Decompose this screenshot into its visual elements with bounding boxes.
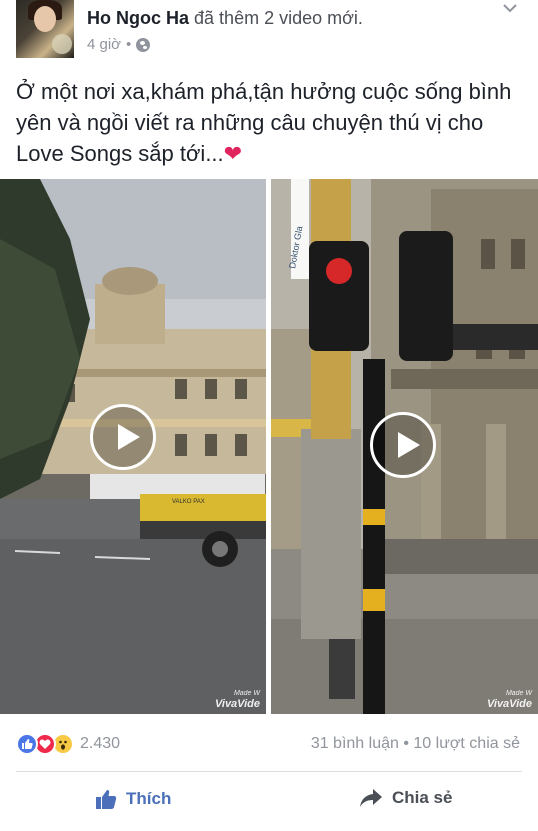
chevron-down-icon[interactable] [502,0,518,16]
meta-separator: • [126,36,132,53]
action-bar: Thích Chia sẻ [0,778,538,824]
like-reaction-icon [16,733,38,755]
share-arrow-icon [360,789,382,807]
post-header: Ho Ngoc Ha đã thêm 2 video mới. 4 giờ • [0,0,538,68]
globe-icon[interactable] [136,37,151,52]
watermark-big-1: VivaVide [214,698,260,710]
share-count[interactable]: 10 lượt chia sẻ [413,735,520,752]
play-icon[interactable] [370,412,436,478]
video-2-watermark: Made W VivaVide [487,688,532,710]
video-grid: VALKO PAX Made W VivaVide Doktor Gla Mad… [0,179,538,714]
reaction-count[interactable]: 2.430 [80,735,120,753]
post-stats: 31 bình luận • 10 lượt chia sẻ [311,735,520,753]
like-button-label: Thích [126,789,172,808]
author-line: Ho Ngoc Ha đã thêm 2 video mới. [87,8,363,28]
share-button[interactable]: Chia sẻ [359,788,452,808]
divider [16,771,522,772]
truck-text: VALKO PAX [172,499,205,505]
post-text: Ở một nơi xa,khám phá,tận hưởng cuộc sốn… [16,76,526,169]
avatar-face [34,6,56,32]
video-thumbnail-2[interactable]: Doktor Gla Made W VivaVide [271,179,538,714]
post-meta: 4 giờ • [87,36,151,53]
reactions-summary[interactable]: 2.430 [16,732,120,756]
thumbs-up-icon [96,790,117,809]
watermark-big-2: VivaVide [486,698,532,710]
avatar[interactable] [16,0,74,58]
video-1-watermark: Made W VivaVide [215,688,260,710]
share-button-label: Chia sẻ [392,788,453,807]
post-body: Ở một nơi xa,khám phá,tận hưởng cuộc sốn… [16,79,512,166]
like-button[interactable]: Thích [95,788,171,810]
author-action: đã thêm 2 video mới. [194,8,363,28]
avatar-flowers [52,34,72,54]
author-name[interactable]: Ho Ngoc Ha [87,8,189,28]
comment-count[interactable]: 31 bình luận [311,735,399,752]
video-thumbnail-1[interactable]: VALKO PAX Made W VivaVide [0,179,266,714]
post-time[interactable]: 4 giờ [87,36,121,53]
play-icon[interactable] [90,404,156,470]
heart-emoji: ❤ [223,141,243,166]
stats-separator: • [403,735,409,752]
